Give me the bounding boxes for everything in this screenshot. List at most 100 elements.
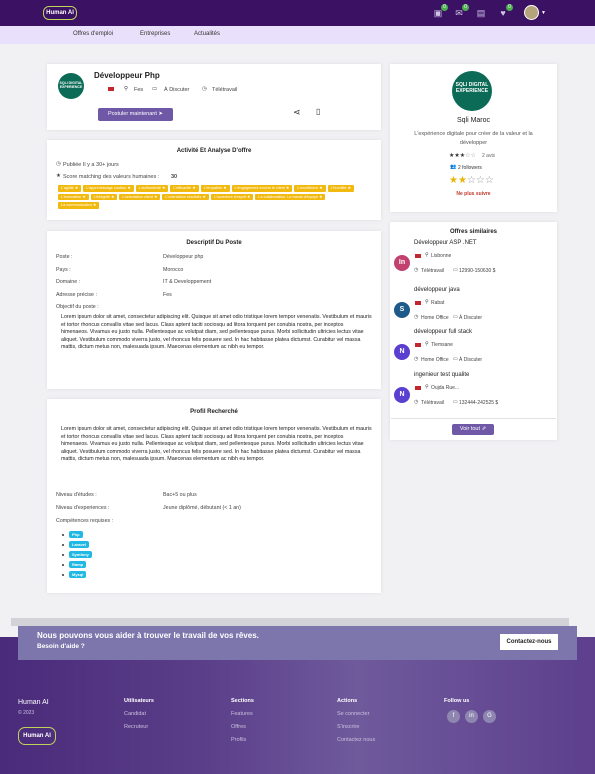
value-tag: L'humilité ★ [327,185,354,192]
review-count: 2 avis [482,153,496,159]
row-label: Niveau d'études : [56,492,97,498]
share-icon[interactable]: ⋖ [293,107,301,118]
apply-button[interactable]: Postuler maintenant ➤ [98,108,173,121]
profile-text: Lorem ipsum dolor sit amet, consectetur … [61,426,372,463]
clock-icon: ◷ [414,314,419,320]
row-value: Morocco [163,267,184,273]
footer-link[interactable]: Profils [231,737,246,743]
banner-title: Nous pouvons vous aider à trouver le tra… [37,631,259,640]
footer-link[interactable]: Recruteur [124,724,148,730]
company-name[interactable]: Sqli Maroc [390,117,557,124]
description-text: Lorem ipsum dolor sit amet, consectetur … [61,314,372,351]
mail-icon[interactable]: ✉ 0 [454,4,469,18]
score-value: 30 [171,174,178,180]
published-date: Publiée Il y a 30+ jours [63,162,119,168]
nav-item-actualites[interactable]: Actualités [194,31,220,37]
unfollow-button[interactable]: Ne plus suivre [390,191,557,197]
offer-location: Rabat [431,300,445,306]
value-tag: L'orientation résultats ★ [162,193,209,200]
footer-brand: Human AI [18,699,49,706]
similar-title: Offres similaires [449,229,498,235]
bullet [62,534,64,536]
company-logo: N [394,387,410,403]
offer-salary: 12990-150630 $ [459,268,496,274]
score-label: Score matching des valeurs humaines : [63,174,160,180]
avatar[interactable] [524,5,539,20]
company-rating-stars: ★★★☆☆ [449,153,476,159]
chevron-down-icon[interactable]: ▼ [541,10,546,16]
clock-icon: ◷ [56,161,61,167]
clock-icon: ◷ [414,267,419,273]
value-tag: L'engagement envers le client ★ [231,185,293,192]
offer-location: Lisbonne [431,253,452,259]
notification-badge: 0 [462,4,469,11]
value-tag: L'intégrité ★ [90,193,118,200]
money-icon: ▭ [453,314,458,320]
skills-label: Compétences requises : [56,518,114,524]
location-pin-icon: ⚲ [425,299,429,305]
skill-badge: Php [69,531,83,538]
footer-col-title: Utilisateurs [124,698,154,704]
nav-item-offres[interactable]: Offres d'emploi [73,31,113,37]
offer-mode: Télétravail [421,268,445,274]
skill-badge: Mysql [69,571,87,578]
briefcase-icon[interactable]: ▣ 0 [433,4,448,18]
money-icon: ▭ [453,356,458,362]
value-tag: L'innovation ★ [58,193,89,200]
footer-link[interactable]: Se connecter [337,711,369,717]
value-tag: L'apprentissage continu ★ [83,185,134,192]
job-description-card: Descriptif Du Poste [47,231,381,389]
value-tag: La collaboration, Le travail d'équipe ★ [255,193,326,200]
see-all-button[interactable]: Voir tout ⇗ [452,424,494,435]
footer-link[interactable]: Offres [231,724,246,730]
value-tag: L'empathie ★ [200,185,230,192]
offer-mode: Home Office [421,357,449,363]
offer-location: Oujda Rue... [431,385,460,391]
offer-location: Tlemsane [431,342,453,348]
company-logo: In [394,255,410,271]
company-tagline: L'expérience digitale pour créer de la v… [414,131,533,146]
flag-icon [415,343,421,347]
banner-subtitle: Besoin d'aide ? [37,643,85,650]
offer-salary: 132444-242525 $ [459,400,499,406]
header-logo[interactable]: Human AI [43,6,77,20]
value-tag: L'authenticité ★ [135,185,169,192]
job-location: Fes [134,87,144,93]
heart-icon[interactable]: ♥ 0 [498,4,513,18]
row-value: Fes [163,292,172,298]
footer-logo: Human AI [18,727,56,745]
bullet [62,574,64,576]
offer-mode: Télétravail [421,400,445,406]
linkedin-icon[interactable]: in [465,710,478,723]
footer-col-title: Actions [337,698,358,704]
calendar-icon[interactable]: ▤ [476,8,486,18]
footer-link[interactable]: S'inscrire [337,724,359,730]
see-all-label: Voir tout [459,426,481,432]
footer-link[interactable]: Contactez nous [337,737,375,743]
bookmark-icon[interactable]: ▯ [316,107,320,116]
values-tags: L'agilité ★ L'apprentissage continu ★ L'au… [58,185,368,209]
company-logo[interactable]: SQLI DIGITAL EXPERIENCE [452,71,492,111]
notification-badge: 0 [506,4,513,11]
skill-badge: Symfony [69,551,92,558]
notification-badge: 0 [441,4,448,11]
user-rating-stars[interactable]: ★★☆☆☆ [449,175,494,186]
row-value: Jeune diplômé, débutant (< 1 an) [163,505,241,511]
offer-title: Développeur ASP .NET [414,240,477,246]
row-label: Objectif du poste : [56,304,99,310]
footer-link[interactable]: Candidat [124,711,146,717]
nav-item-entreprises[interactable]: Entreprises [140,31,170,37]
contact-button[interactable]: Contactez-nous [500,634,558,650]
bullet [62,544,64,546]
google-icon[interactable]: G [483,710,496,723]
profile-title: Profil Recherché [190,409,238,415]
footer-link[interactable]: Features [231,711,253,717]
flag-icon [415,301,421,305]
offer-title: développeur java [414,287,460,293]
company-card: SQLI DIGITAL EXPERIENCE Sqli Maroc L'exp… [390,64,557,212]
bullet [62,554,64,556]
row-label: Niveau d'experiences : [56,505,110,511]
users-icon: 👥 [450,164,457,170]
flag-icon [108,87,114,91]
facebook-icon[interactable]: f [447,710,460,723]
